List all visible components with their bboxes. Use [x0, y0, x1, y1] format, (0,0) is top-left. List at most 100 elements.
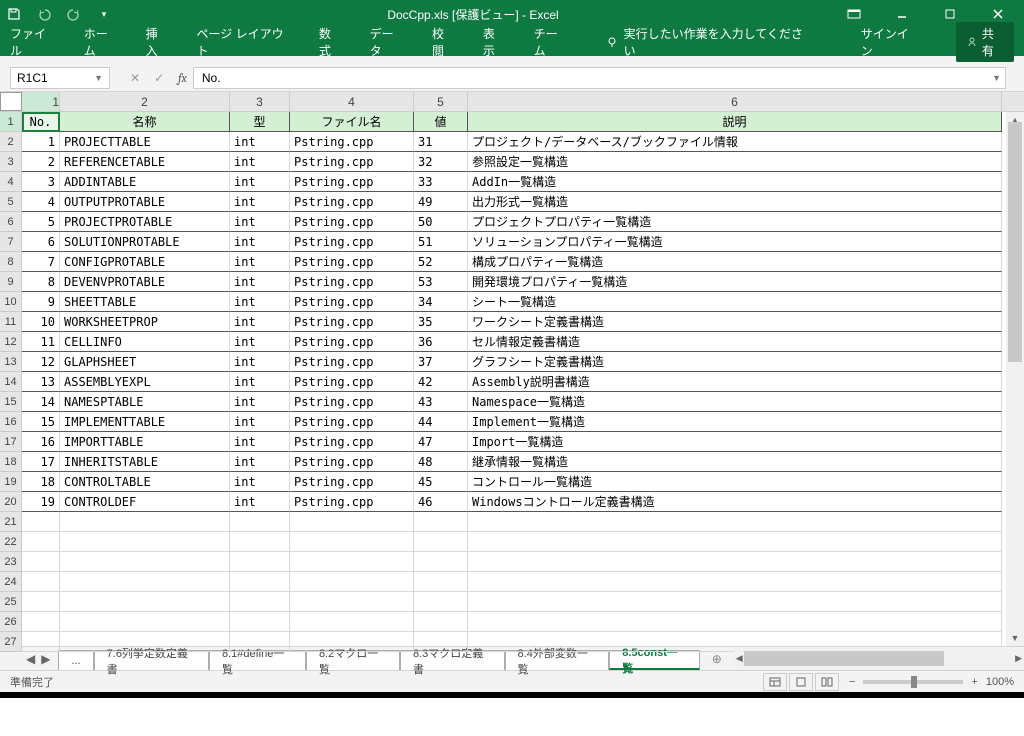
cell[interactable]: DEVENVPROTABLE — [60, 272, 230, 292]
cell[interactable]: int — [230, 332, 290, 352]
share-button[interactable]: 共有 — [956, 22, 1014, 62]
col-header[interactable]: 1 — [22, 92, 60, 111]
cell[interactable]: 参照設定一覧構造 — [468, 152, 1002, 172]
cell[interactable] — [60, 552, 230, 572]
cell[interactable]: 31 — [414, 132, 468, 152]
signin-link[interactable]: サインイン — [861, 25, 918, 59]
cell[interactable]: セル情報定義書構造 — [468, 332, 1002, 352]
cell[interactable]: REFERENCETABLE — [60, 152, 230, 172]
row-header[interactable]: 19 — [0, 472, 22, 492]
row-header[interactable]: 5 — [0, 192, 22, 212]
vertical-scrollbar[interactable]: ▲ ▼ — [1006, 112, 1024, 646]
redo-icon[interactable] — [66, 6, 82, 22]
sheet-tab[interactable]: 8.4外部変数一覧 — [505, 650, 610, 670]
row-header[interactable]: 7 — [0, 232, 22, 252]
tab-data[interactable]: データ — [370, 25, 404, 59]
cell[interactable]: Namespace一覧構造 — [468, 392, 1002, 412]
cell-header-no[interactable]: No. — [22, 112, 60, 132]
cell[interactable]: 49 — [414, 192, 468, 212]
cell[interactable]: 53 — [414, 272, 468, 292]
cell[interactable]: 開発環境プロパティ一覧構造 — [468, 272, 1002, 292]
cell[interactable] — [414, 512, 468, 532]
col-header[interactable]: 4 — [290, 92, 414, 111]
row-header[interactable]: 14 — [0, 372, 22, 392]
cell[interactable] — [290, 572, 414, 592]
spreadsheet-grid[interactable]: 1 2 3 4 5 6 1 No. 名称 型 ファイル名 値 説明 21PROJ… — [0, 92, 1024, 646]
cell[interactable]: CONTROLTABLE — [60, 472, 230, 492]
row-header[interactable]: 21 — [0, 512, 22, 532]
cell[interactable]: コントロール一覧構造 — [468, 472, 1002, 492]
cell[interactable]: 7 — [22, 252, 60, 272]
cell[interactable]: Windowsコントロール定義書構造 — [468, 492, 1002, 512]
cell[interactable]: int — [230, 312, 290, 332]
cell[interactable] — [290, 532, 414, 552]
cell[interactable]: Pstring.cpp — [290, 412, 414, 432]
cell[interactable] — [468, 512, 1002, 532]
cell[interactable]: Pstring.cpp — [290, 132, 414, 152]
cell[interactable]: Pstring.cpp — [290, 352, 414, 372]
cell[interactable]: ワークシート定義書構造 — [468, 312, 1002, 332]
cell[interactable]: IMPLEMENTTABLE — [60, 412, 230, 432]
cell[interactable] — [230, 572, 290, 592]
cell[interactable] — [60, 532, 230, 552]
cell[interactable]: GLAPHSHEET — [60, 352, 230, 372]
cell[interactable] — [230, 552, 290, 572]
cell[interactable] — [468, 532, 1002, 552]
row-header[interactable]: 2 — [0, 132, 22, 152]
cell[interactable]: Pstring.cpp — [290, 172, 414, 192]
cell[interactable]: int — [230, 472, 290, 492]
cell[interactable]: int — [230, 272, 290, 292]
cell[interactable]: Pstring.cpp — [290, 492, 414, 512]
cell[interactable] — [22, 552, 60, 572]
cell[interactable]: Pstring.cpp — [290, 252, 414, 272]
cell[interactable] — [468, 612, 1002, 632]
formula-input[interactable]: No. ▼ — [193, 67, 1006, 89]
cell[interactable]: 37 — [414, 352, 468, 372]
enter-icon[interactable]: ✓ — [154, 71, 164, 85]
cell[interactable]: 43 — [414, 392, 468, 412]
ribbon-display-icon[interactable] — [834, 0, 874, 28]
cell[interactable] — [230, 612, 290, 632]
row-header[interactable]: 27 — [0, 632, 22, 652]
cell[interactable] — [22, 512, 60, 532]
cell[interactable]: Pstring.cpp — [290, 212, 414, 232]
cell[interactable] — [230, 632, 290, 652]
cell[interactable]: プロジェクトプロパティ一覧構造 — [468, 212, 1002, 232]
chevron-down-icon[interactable]: ▼ — [94, 73, 103, 83]
cell[interactable]: グラフシート定義書構造 — [468, 352, 1002, 372]
cell[interactable]: 34 — [414, 292, 468, 312]
cell[interactable]: 構成プロパティ一覧構造 — [468, 252, 1002, 272]
cell[interactable]: OUTPUTPROTABLE — [60, 192, 230, 212]
cell[interactable]: int — [230, 232, 290, 252]
zoom-level[interactable]: 100% — [986, 676, 1014, 688]
cell[interactable] — [290, 512, 414, 532]
cell[interactable] — [468, 572, 1002, 592]
cell[interactable]: シート一覧構造 — [468, 292, 1002, 312]
row-header[interactable]: 10 — [0, 292, 22, 312]
row-header[interactable]: 1 — [0, 112, 22, 132]
row-header[interactable]: 20 — [0, 492, 22, 512]
cell[interactable]: Pstring.cpp — [290, 292, 414, 312]
cell-header-type[interactable]: 型 — [230, 112, 290, 132]
tab-prev-icon[interactable]: ◀ — [26, 652, 35, 666]
cell[interactable]: NAMESPTABLE — [60, 392, 230, 412]
cell[interactable]: ASSEMBLYEXPL — [60, 372, 230, 392]
cell[interactable] — [414, 532, 468, 552]
cell[interactable]: 5 — [22, 212, 60, 232]
tab-formulas[interactable]: 数式 — [319, 25, 342, 59]
cell[interactable]: 48 — [414, 452, 468, 472]
cell[interactable] — [230, 512, 290, 532]
zoom-out-button[interactable]: − — [849, 676, 855, 688]
cell[interactable]: Pstring.cpp — [290, 432, 414, 452]
cell[interactable] — [230, 532, 290, 552]
cell[interactable]: 11 — [22, 332, 60, 352]
scroll-thumb[interactable] — [744, 651, 944, 666]
cell[interactable] — [290, 592, 414, 612]
cell[interactable] — [230, 592, 290, 612]
row-header[interactable]: 8 — [0, 252, 22, 272]
cell[interactable] — [60, 592, 230, 612]
cell[interactable]: int — [230, 152, 290, 172]
tell-me-search[interactable]: 実行したい作業を入力してください — [606, 25, 805, 59]
horizontal-scrollbar[interactable]: ◀ ▶ — [734, 647, 1024, 670]
sheet-tab[interactable]: 8.1#define一覧 — [209, 650, 306, 670]
